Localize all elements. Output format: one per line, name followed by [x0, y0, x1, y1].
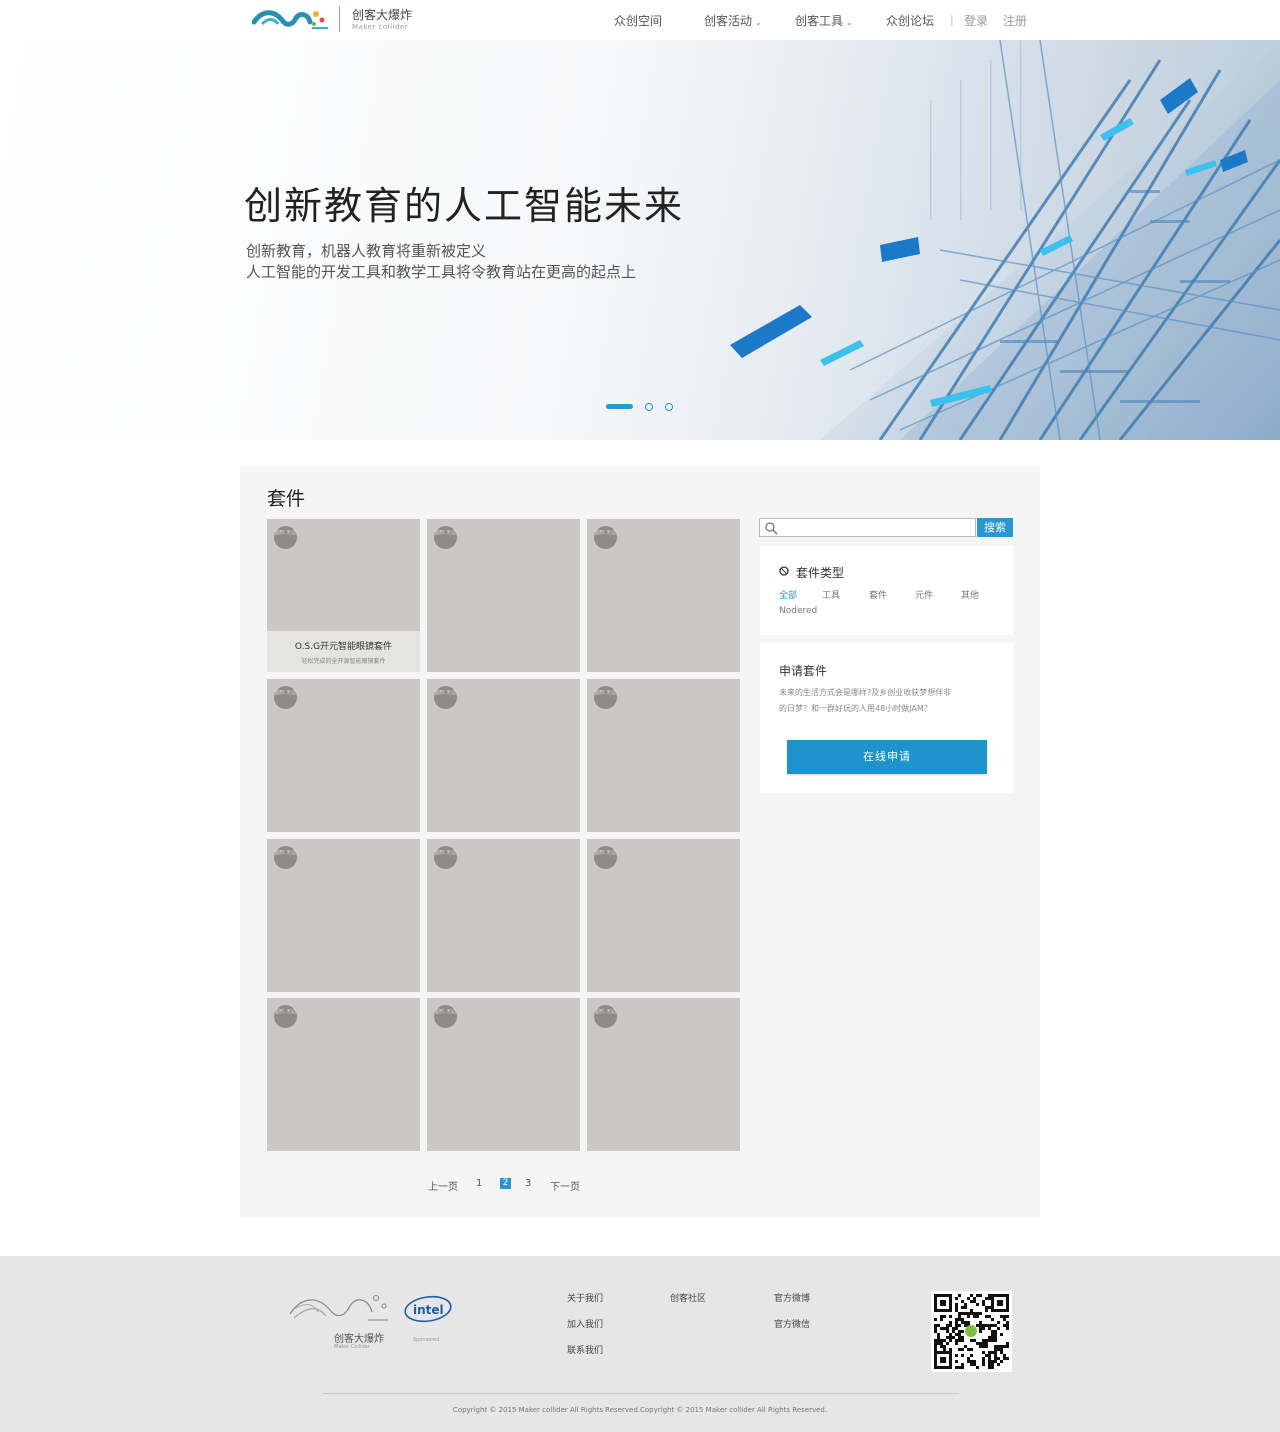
kit-card[interactable]: 图形 无边 — [587, 998, 740, 1151]
kit-card[interactable]: 图形 无边 — [267, 839, 420, 992]
kit-card[interactable]: 图形 无边 — [427, 998, 580, 1151]
kit-card[interactable]: 图形 无边 — [587, 679, 740, 832]
footer-link-community[interactable]: 创客社区 — [670, 1291, 706, 1304]
search-button[interactable]: 搜索 — [977, 518, 1013, 537]
brand-name: 创客大爆炸 — [352, 8, 413, 22]
svg-text:intel: intel — [413, 1303, 444, 1317]
brand-tagline: Maker collider — [352, 23, 409, 31]
section-title: 套件 — [267, 488, 306, 510]
kit-badge: 图形 无边 — [434, 846, 457, 869]
copyright-text: Copyright © 2015 Maker collider All Righ… — [452, 1406, 828, 1414]
pagination-page[interactable]: 3 — [525, 1178, 531, 1189]
kit-card[interactable]: 图形 无边 — [267, 998, 420, 1151]
kit-badge: 图形 无边 — [594, 526, 617, 549]
kit-card[interactable]: 图形 无边 — [587, 839, 740, 992]
carousel-dot-active[interactable] — [606, 404, 633, 409]
footer-brand-tagline: Maker Collider — [334, 1344, 370, 1350]
kit-card[interactable]: 图形 无边 — [427, 839, 580, 992]
nav-item-events[interactable]: 创客活动 ⌄ — [704, 12, 762, 29]
type-filter-nodered[interactable]: Nodered — [779, 606, 817, 616]
carousel-dot[interactable] — [665, 403, 673, 411]
hero-subtitle-line-1: 创新教育，机器人教育将重新被定义 — [246, 242, 487, 260]
logo-divider — [339, 6, 340, 32]
footer-link-about[interactable]: 关于我们 — [567, 1291, 603, 1304]
nav-item-tools[interactable]: 创客工具 ⌄ — [795, 12, 853, 29]
type-filter-tools[interactable]: 工具 — [822, 588, 840, 601]
kit-badge: 图形 无边 — [434, 1005, 457, 1028]
apply-online-button[interactable]: 在线申请 — [787, 740, 987, 774]
footer-link-contact[interactable]: 联系我们 — [567, 1343, 603, 1356]
site-header: 创客大爆炸 Maker collider 众创空间 创客活动 ⌄ 创客工具 ⌄ 众创… — [0, 0, 1280, 40]
kit-badge: 图形 无边 — [434, 526, 457, 549]
type-filter-kits[interactable]: 套件 — [869, 588, 887, 601]
kit-badge: 图形 无边 — [594, 1005, 617, 1028]
footer-link-join[interactable]: 加入我们 — [567, 1317, 603, 1330]
type-filter-all[interactable]: 全部 — [779, 588, 797, 601]
sponsor-caption: Sponsored — [413, 1337, 440, 1343]
hero-title: 创新教育的人工智能未来 — [244, 184, 685, 228]
kit-badge: 图形 无边 — [274, 846, 297, 869]
kit-badge: 图形 无边 — [274, 526, 297, 549]
kit-badge: 图形 无边 — [274, 686, 297, 709]
nav-divider: | — [950, 13, 954, 26]
search-icon — [765, 522, 778, 535]
kit-type-title: 套件类型 — [796, 566, 845, 580]
kit-caption: O.S.G开元智能眼镜套件 轻松完成的全开源智能眼镜套件 — [267, 631, 420, 672]
nav-item-forum[interactable]: 众创论坛 — [886, 12, 934, 29]
register-link[interactable]: 注册 — [1003, 12, 1027, 29]
apply-kit-desc-line-2: 的日梦？和一群好玩的人用48小时做JAM？ — [779, 704, 932, 713]
qr-code-icon — [931, 1291, 1012, 1372]
apply-kit-desc-line-1: 未来的生活方式会是哪样?及乡创业收获梦想伴非 — [779, 688, 952, 697]
footer-divider — [322, 1393, 959, 1394]
pagination-page[interactable]: 1 — [476, 1178, 482, 1189]
kit-badge: 图形 无边 — [594, 686, 617, 709]
kit-card[interactable]: 图形 无边 O.S.G开元智能眼镜套件 轻松完成的全开源智能眼镜套件 — [267, 519, 420, 672]
kit-description: 轻松完成的全开源智能眼镜套件 — [301, 658, 386, 665]
apply-kit-title: 申请套件 — [779, 664, 828, 678]
kit-card[interactable]: 图形 无边 — [587, 519, 740, 672]
kit-badge: 图形 无边 — [274, 1005, 297, 1028]
type-filter-other[interactable]: 其他 — [961, 588, 979, 601]
pagination-next[interactable]: 下一页 — [550, 1178, 580, 1193]
maker-collider-logo[interactable] — [252, 4, 332, 34]
kit-card[interactable]: 图形 无边 — [427, 519, 580, 672]
pagination-current[interactable]: 2 — [500, 1178, 511, 1189]
kit-badge: 图形 无边 — [434, 686, 457, 709]
login-link[interactable]: 登录 — [964, 12, 988, 29]
chevron-down-icon: ⌄ — [755, 18, 762, 27]
type-filter-components[interactable]: 元件 — [915, 588, 933, 601]
footer-logo[interactable] — [288, 1286, 392, 1326]
search-input[interactable] — [759, 518, 976, 537]
kit-card[interactable]: 图形 无边 — [427, 679, 580, 832]
footer-link-wechat[interactable]: 官方微信 — [774, 1317, 810, 1330]
category-icon — [779, 566, 789, 576]
kit-card[interactable]: 图形 无边 — [267, 679, 420, 832]
intel-logo[interactable]: intel — [403, 1294, 453, 1324]
footer-link-weibo[interactable]: 官方微博 — [774, 1291, 810, 1304]
pagination-prev[interactable]: 上一页 — [428, 1178, 458, 1193]
kit-title: O.S.G开元智能眼镜套件 — [294, 642, 393, 652]
hero-background-art — [730, 40, 1280, 440]
nav-item-makerspace[interactable]: 众创空间 — [614, 12, 662, 29]
carousel-dot[interactable] — [645, 403, 653, 411]
hero-subtitle-line-2: 人工智能的开发工具和教学工具将令教育站在更高的起点上 — [246, 263, 637, 281]
kit-badge: 图形 无边 — [594, 846, 617, 869]
footer-brand-name: 创客大爆炸 — [334, 1334, 384, 1345]
hero-banner: 创新教育的人工智能未来 创新教育，机器人教育将重新被定义 人工智能的开发工具和教… — [0, 40, 1280, 440]
chevron-down-icon: ⌄ — [846, 18, 853, 27]
